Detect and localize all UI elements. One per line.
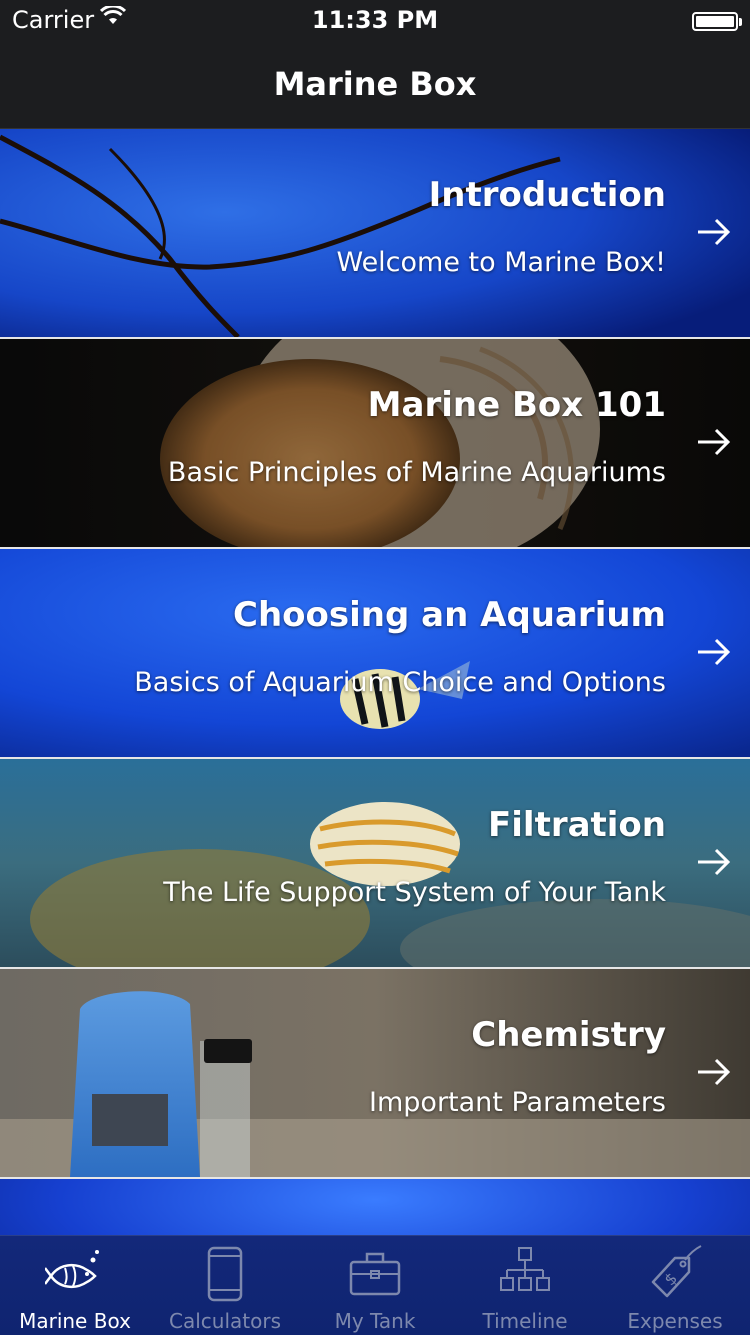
- topic-title: Chemistry: [471, 1015, 666, 1055]
- topic-cell-filtration[interactable]: Filtration The Life Support System of Yo…: [0, 759, 750, 969]
- cell-background-image: [0, 1179, 750, 1235]
- status-time: 11:33 PM: [311, 6, 439, 34]
- topic-cell-partial[interactable]: [0, 1179, 750, 1235]
- cell-background-image: [0, 759, 750, 967]
- topic-title: Filtration: [488, 805, 666, 845]
- navigation-bar: Marine Box: [0, 40, 750, 129]
- topic-subtitle: Welcome to Marine Box!: [336, 247, 666, 278]
- price-tag-icon: $: [651, 1245, 702, 1298]
- tab-label: My Tank: [334, 1309, 416, 1333]
- tab-label: Calculators: [169, 1309, 281, 1333]
- topic-title: Introduction: [428, 175, 666, 215]
- tab-expenses[interactable]: $ Expenses: [600, 1236, 750, 1335]
- toolbox-icon: [349, 1252, 401, 1296]
- phone-icon: [207, 1246, 243, 1302]
- topic-subtitle: Basics of Aquarium Choice and Options: [134, 667, 666, 698]
- topic-subtitle: Basic Principles of Marine Aquariums: [167, 457, 666, 488]
- arrow-right-icon: [698, 218, 731, 246]
- tab-bar: Marine Box Calculators My Tank Timeline: [0, 1235, 750, 1335]
- tab-marine-box[interactable]: Marine Box: [0, 1236, 150, 1335]
- topic-cell-choosing-an-aquarium[interactable]: Choosing an Aquarium Basics of Aquarium …: [0, 549, 750, 759]
- topic-cell-chemistry[interactable]: Chemistry Important Parameters: [0, 969, 750, 1179]
- arrow-right-icon: [698, 638, 731, 666]
- tab-my-tank[interactable]: My Tank: [300, 1236, 450, 1335]
- arrow-right-icon: [698, 848, 731, 876]
- topic-subtitle: Important Parameters: [369, 1087, 666, 1118]
- cell-background-image: [0, 129, 750, 337]
- tab-label: Timeline: [482, 1309, 568, 1333]
- svg-text:$: $: [660, 1269, 681, 1290]
- topic-list[interactable]: Introduction Welcome to Marine Box! Mari…: [0, 129, 750, 1235]
- topic-cell-marine-box-101[interactable]: Marine Box 101 Basic Principles of Marin…: [0, 339, 750, 549]
- tab-timeline[interactable]: Timeline: [450, 1236, 600, 1335]
- arrow-right-icon: [698, 428, 731, 456]
- topic-subtitle: The Life Support System of Your Tank: [163, 877, 666, 908]
- tab-calculators[interactable]: Calculators: [150, 1236, 300, 1335]
- battery-icon: [692, 12, 742, 31]
- topic-title: Marine Box 101: [367, 385, 666, 425]
- topic-title: Choosing an Aquarium: [233, 595, 666, 635]
- cell-background-image: [0, 969, 750, 1177]
- tab-label: Expenses: [627, 1309, 723, 1333]
- tab-label: Marine Box: [19, 1309, 131, 1333]
- cell-background-image: [0, 549, 750, 757]
- hierarchy-icon: [500, 1247, 550, 1291]
- status-bar: Carrier 11:33 PM: [0, 0, 750, 40]
- fish-icon: [45, 1250, 99, 1289]
- arrow-right-icon: [698, 1058, 731, 1086]
- cell-background-image: [0, 339, 750, 547]
- topic-cell-introduction[interactable]: Introduction Welcome to Marine Box!: [0, 129, 750, 339]
- page-title: Marine Box: [273, 65, 477, 103]
